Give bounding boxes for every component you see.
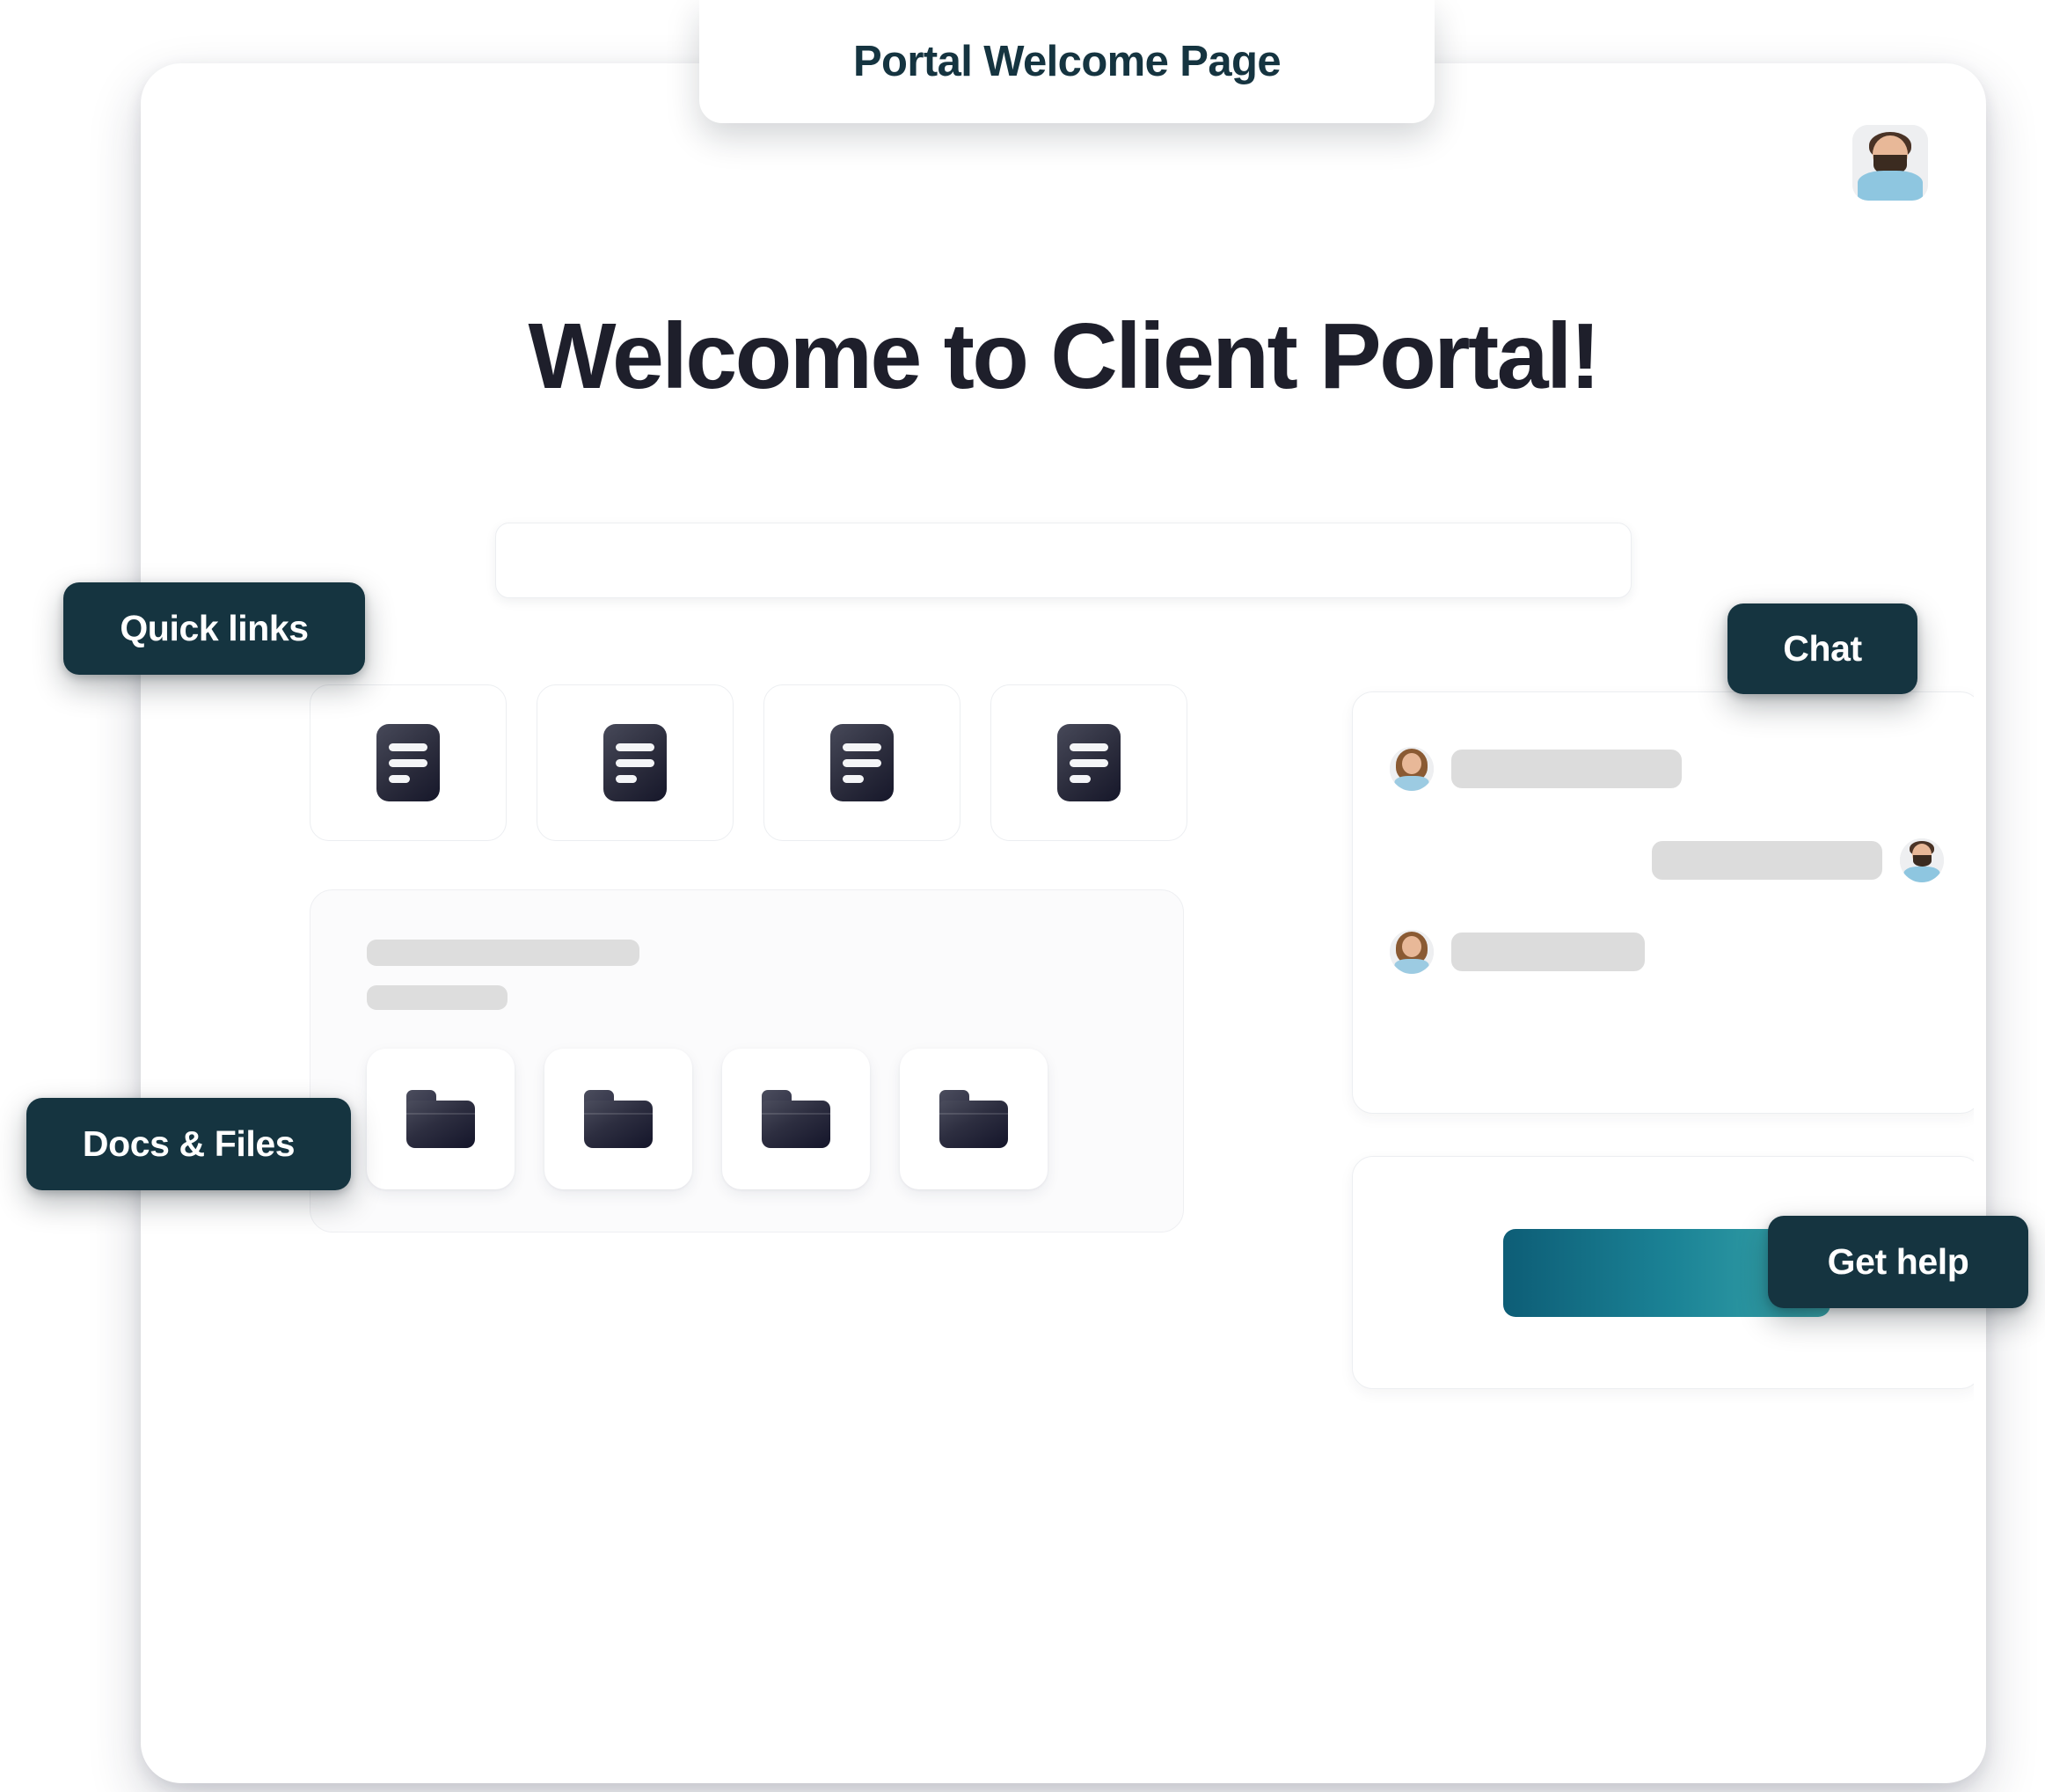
chat-panel [1352,691,1974,1114]
folder-card[interactable] [900,1049,1048,1189]
callout-title: Portal Welcome Page [699,0,1435,123]
chat-bubble [1451,933,1645,971]
document-icon [376,724,440,801]
quick-link-card[interactable] [763,684,960,841]
avatar-man-illustration [1852,125,1928,201]
callout-get-help: Get help [1768,1216,2028,1308]
folder-icon [406,1090,475,1148]
app-window: Welcome to Client Portal! [141,63,1986,1783]
quick-link-card[interactable] [537,684,734,841]
avatar-woman-illustration [1390,930,1434,974]
quick-link-card[interactable] [310,684,507,841]
skeleton-line [367,940,639,966]
quick-link-card[interactable] [990,684,1187,841]
folder-icon [584,1090,653,1148]
avatar-woman-illustration [1390,747,1434,791]
chat-bubble [1451,750,1682,788]
woman-avatar [1390,747,1434,791]
folder-icon [762,1090,830,1148]
callout-quick-links: Quick links [63,582,365,675]
man-avatar [1900,838,1944,882]
folder-icon [939,1090,1008,1148]
chat-message-row [1390,747,1944,791]
callout-docs-files: Docs & Files [26,1098,351,1190]
avatar-man-illustration [1900,838,1944,882]
chat-bubble [1652,841,1882,880]
search-input[interactable] [522,546,1604,574]
folder-card[interactable] [367,1049,515,1189]
page-title: Welcome to Client Portal! [528,304,1602,408]
woman-avatar [1390,930,1434,974]
document-icon [1057,724,1121,801]
chat-message-row [1390,838,1944,882]
callout-chat: Chat [1727,603,1917,694]
document-icon [603,724,667,801]
folder-card[interactable] [722,1049,870,1189]
topbar [1852,125,1928,201]
quick-links-row [310,684,1187,841]
docs-files-panel [310,889,1184,1232]
screenshot-stage: Welcome to Client Portal! Portal Welcome… [0,0,2045,1792]
chat-message-row [1390,930,1944,974]
folder-card[interactable] [544,1049,692,1189]
user-avatar[interactable] [1852,125,1928,201]
folder-row [367,1049,1183,1189]
app-canvas: Welcome to Client Portal! [153,76,1974,1771]
document-icon [830,724,894,801]
search-bar[interactable] [495,523,1632,598]
skeleton-line [367,985,508,1010]
